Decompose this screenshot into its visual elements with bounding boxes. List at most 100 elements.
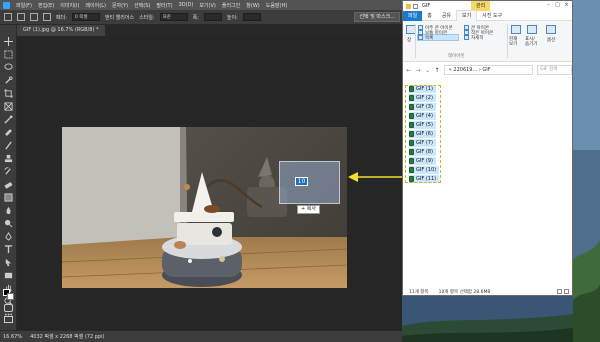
menu-layer[interactable]: 레이어(L) bbox=[85, 2, 106, 9]
select-and-mask-button[interactable]: 선택 및 마스크... bbox=[354, 12, 400, 22]
rect-marquee-tool-icon[interactable] bbox=[4, 50, 13, 59]
address-path: « 220619... › GIF bbox=[448, 67, 491, 73]
list-item[interactable]: GIF (5) bbox=[409, 121, 436, 129]
eyedropper-tool-icon[interactable] bbox=[4, 115, 13, 124]
screen-mode-icon[interactable] bbox=[4, 316, 13, 323]
up-arrow-icon[interactable]: ↑ bbox=[434, 67, 440, 74]
image-file-icon bbox=[409, 131, 414, 137]
blur-tool-icon[interactable] bbox=[4, 206, 13, 215]
desktop-background bbox=[402, 296, 573, 342]
menu-filter[interactable]: 필터(T) bbox=[156, 2, 172, 9]
photoshop-logo-icon[interactable] bbox=[3, 1, 10, 9]
width-label: 폭: bbox=[192, 14, 199, 21]
path-select-tool-icon[interactable] bbox=[4, 258, 13, 267]
menu-view[interactable]: 보기(V) bbox=[199, 2, 216, 9]
options-button[interactable]: 옵션 bbox=[547, 37, 555, 43]
frame-tool-icon[interactable] bbox=[4, 102, 13, 111]
layout-group-label: 레이아웃 bbox=[448, 54, 465, 59]
list-item[interactable]: GIF (4) bbox=[409, 112, 436, 120]
type-tool-icon[interactable] bbox=[4, 245, 13, 254]
height-label: 높이: bbox=[226, 14, 238, 21]
window-controls: – □ × bbox=[544, 0, 571, 10]
image-file-icon bbox=[409, 149, 414, 155]
menu-help[interactable]: 도움말(H) bbox=[266, 2, 287, 9]
menu-file[interactable]: 파일(F) bbox=[16, 2, 32, 9]
pen-tool-icon[interactable] bbox=[4, 232, 13, 241]
history-brush-tool-icon[interactable] bbox=[4, 167, 13, 176]
image-file-icon bbox=[409, 167, 414, 173]
brush-tool-icon[interactable] bbox=[4, 141, 13, 150]
menu-plugins[interactable]: 플러그인 bbox=[222, 2, 240, 9]
lasso-tool-icon[interactable] bbox=[4, 63, 13, 72]
rectangle-tool-icon[interactable] bbox=[4, 271, 13, 280]
image-file-icon bbox=[409, 122, 414, 128]
quick-access-icon[interactable] bbox=[413, 3, 418, 9]
list-item[interactable]: GIF (8) bbox=[409, 148, 436, 156]
pane-label[interactable]: 창 bbox=[407, 37, 411, 43]
new-selection-icon[interactable] bbox=[30, 13, 38, 21]
zoom-level[interactable]: 16.67% bbox=[3, 334, 22, 340]
list-item[interactable]: GIF (10) bbox=[409, 166, 440, 174]
marquee-tool-icon[interactable] bbox=[17, 13, 25, 21]
list-item[interactable]: GIF (6) bbox=[409, 130, 436, 138]
add-selection-icon[interactable] bbox=[43, 13, 51, 21]
height-input[interactable] bbox=[242, 13, 261, 21]
minimize-icon[interactable]: – bbox=[544, 0, 553, 10]
gradient-tool-icon[interactable] bbox=[4, 193, 13, 202]
tab-file[interactable]: 파일 bbox=[403, 10, 423, 21]
healing-brush-tool-icon[interactable] bbox=[4, 128, 13, 137]
menu-3d[interactable]: 3D(D) bbox=[179, 2, 194, 8]
tab-share[interactable]: 공유 bbox=[437, 11, 456, 21]
home-icon[interactable] bbox=[4, 13, 12, 21]
width-input[interactable] bbox=[203, 13, 222, 21]
show-hide-button[interactable]: 표시/ 숨기기 bbox=[525, 37, 539, 47]
show-hide-icon[interactable] bbox=[527, 25, 537, 34]
selection-info: 10개 항목 선택함 28.6MB bbox=[438, 289, 491, 295]
forward-arrow-icon[interactable]: → bbox=[415, 67, 421, 74]
current-view-icon[interactable] bbox=[511, 25, 521, 34]
style-select[interactable]: 표준 bbox=[159, 13, 188, 21]
options-icon[interactable] bbox=[546, 25, 556, 34]
address-bar[interactable]: « 220619... › GIF bbox=[443, 65, 534, 75]
tab-home[interactable]: 홈 bbox=[422, 11, 437, 21]
list-item[interactable]: GIF (3) bbox=[409, 103, 436, 111]
details-view-toggle-icon[interactable] bbox=[557, 289, 562, 294]
document-info: 4032 픽셀 x 2268 픽셀 (72 ppi) bbox=[30, 334, 105, 340]
menu-window[interactable]: 창(W) bbox=[246, 2, 259, 9]
drag-ghost-image bbox=[279, 161, 340, 204]
tab-view[interactable]: 보기 bbox=[456, 10, 478, 21]
feather-input[interactable]: 0 픽셀 bbox=[71, 13, 100, 21]
menu-type[interactable]: 문자(Y) bbox=[112, 2, 128, 9]
close-icon[interactable]: × bbox=[562, 0, 571, 10]
current-view-button[interactable]: 현재 보기 bbox=[509, 37, 521, 47]
menu-edit[interactable]: 편집(E) bbox=[38, 2, 54, 9]
list-item[interactable]: GIF (1) bbox=[409, 85, 436, 93]
back-arrow-icon[interactable]: ← bbox=[406, 67, 411, 74]
document-tab[interactable]: GIF (1).jpg @ 16.7% (RGB/8) * bbox=[17, 25, 105, 36]
quick-select-tool-icon[interactable] bbox=[4, 76, 13, 85]
recent-dropdown-icon[interactable]: ⌄ bbox=[425, 67, 430, 74]
screen: 파일(F) 편집(E) 이미지(I) 레이어(L) 문자(Y) 선택(S) 필터… bbox=[0, 0, 600, 342]
dodge-tool-icon[interactable] bbox=[4, 219, 13, 228]
large-icons-toggle-icon[interactable] bbox=[564, 289, 569, 294]
maximize-icon[interactable]: □ bbox=[553, 0, 562, 10]
tab-picture-tools[interactable]: 사진 도구 bbox=[477, 11, 507, 21]
menu-image[interactable]: 이미지(I) bbox=[60, 2, 79, 9]
antialias-checkbox[interactable]: 앤티 앨리어스 bbox=[105, 14, 134, 21]
color-swatch-background[interactable] bbox=[7, 293, 14, 300]
list-item[interactable]: GIF (9) bbox=[409, 157, 436, 165]
list-item[interactable]: GIF (7) bbox=[409, 139, 436, 147]
clone-stamp-tool-icon[interactable] bbox=[4, 154, 13, 163]
menu-select[interactable]: 선택(S) bbox=[134, 2, 150, 9]
style-label: 스타일: bbox=[139, 14, 155, 21]
list-item[interactable]: GIF (2) bbox=[409, 94, 436, 102]
eraser-tool-icon[interactable] bbox=[4, 180, 13, 189]
crop-tool-icon[interactable] bbox=[4, 89, 13, 98]
list-item[interactable]: GIF (11) bbox=[409, 175, 440, 183]
search-box[interactable]: GIF 검색 bbox=[537, 65, 572, 75]
move-tool-icon[interactable] bbox=[4, 37, 13, 46]
layout-details[interactable]: 자세히 bbox=[471, 35, 483, 41]
layout-list[interactable]: 목록 bbox=[425, 35, 433, 41]
feather-label: 페더: bbox=[56, 14, 67, 21]
quick-mask-icon[interactable] bbox=[4, 304, 13, 312]
